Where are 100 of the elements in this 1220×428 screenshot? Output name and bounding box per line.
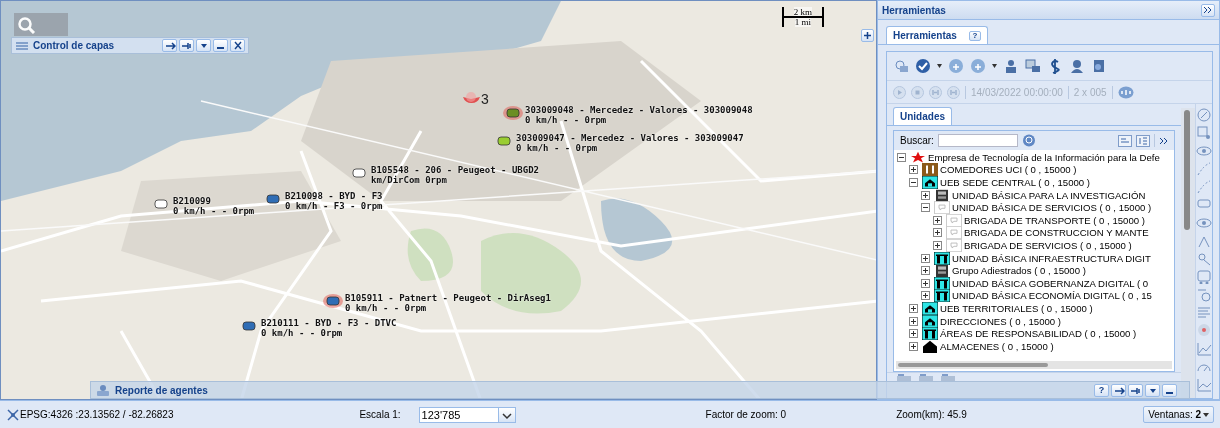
dropdown-button[interactable] — [1145, 383, 1160, 397]
tree-node[interactable]: ÁREAS DE RESPONSABILIDAD ( 0 , 15000 ) — [940, 328, 1137, 340]
undock-button[interactable] — [179, 39, 194, 52]
scale-label: Escala 1: — [359, 409, 401, 420]
expand-icon[interactable] — [921, 278, 930, 288]
cutlery-icon — [922, 163, 938, 177]
scale-field[interactable]: 123'785 — [418, 406, 499, 423]
tree-node[interactable]: Grupo Adiestrados ( 0 , 15000 ) — [952, 265, 1086, 277]
expand-icon[interactable] — [909, 341, 918, 351]
tree-node[interactable]: BRIGADA DE SERVICIOS ( 0 , 15000 ) — [964, 239, 1132, 251]
minimize-button[interactable] — [213, 39, 228, 52]
collapse-icon[interactable] — [909, 178, 918, 187]
expand-icon[interactable] — [921, 291, 930, 301]
coordinates-text: EPSG:4326 :23.13562 / -82.26823 — [20, 409, 174, 420]
arrow-icon — [1112, 384, 1125, 396]
caret-icon — [1203, 412, 1209, 417]
person-icon[interactable] — [1069, 58, 1085, 74]
dock-button[interactable] — [162, 39, 177, 52]
expand-icon[interactable] — [909, 316, 918, 326]
expand-icon[interactable] — [921, 253, 930, 263]
vehicle-label: B105911 - Patnert - Peugeot - DirAseg1 0 km/h - - 0rpm — [345, 293, 551, 313]
building-icon — [934, 188, 950, 202]
caret-icon[interactable] — [992, 64, 997, 68]
dropdown-button[interactable] — [196, 39, 211, 52]
collapse-icon[interactable] — [921, 203, 930, 213]
dock-button[interactable] — [1111, 383, 1126, 397]
caret-icon[interactable] — [937, 64, 942, 68]
tree-node[interactable]: UNIDAD BÁSICA PARA LA INVESTIGACIÓN — [952, 189, 1146, 201]
undock-button[interactable] — [1128, 383, 1143, 397]
minus-icon — [1166, 391, 1173, 394]
expand-icon[interactable] — [909, 329, 918, 339]
search-icon[interactable] — [1021, 134, 1036, 147]
minimize-button[interactable] — [1162, 383, 1177, 397]
check-circle-icon[interactable] — [915, 58, 931, 74]
speech-bubble-icon — [946, 238, 962, 252]
star-icon — [910, 150, 926, 164]
search-label: Buscar: — [900, 135, 934, 146]
tree-node[interactable]: BRIGADA DE CONSTRUCCION Y MANTE — [964, 227, 1149, 239]
eye-icon[interactable] — [1196, 143, 1212, 158]
more-icon[interactable] — [1159, 136, 1168, 145]
vehicle-label: B105548 - 206 - Peugeot - UBGD2 km/DirCom 0rpm — [371, 165, 539, 185]
list-icon[interactable] — [1136, 134, 1150, 147]
search-field[interactable] — [937, 134, 1018, 147]
minus-icon — [217, 47, 224, 49]
tree-node[interactable]: UEB SEDE CENTRAL ( 0 , 15000 ) — [940, 177, 1090, 188]
collapse-button[interactable] — [1201, 3, 1215, 17]
panel-title: Herramientas — [882, 4, 946, 16]
magnifier-icon[interactable] — [1196, 251, 1212, 266]
collapse-icon[interactable] — [897, 152, 906, 162]
compass-icon[interactable] — [1196, 107, 1212, 122]
vehicle-label: 303009047 - Mercedez - Valores - 303009047 0 km/h - - 0rpm — [516, 133, 744, 153]
tree-node[interactable]: UNIDAD BÁSICA GOBERNANZA DIGITAL ( 0 — [952, 277, 1149, 289]
layers-icon — [15, 40, 29, 51]
line-chart-icon[interactable] — [1196, 341, 1212, 356]
expand-icon[interactable] — [909, 303, 918, 313]
pin-icon — [180, 40, 193, 51]
units-tab[interactable]: Unidades — [893, 107, 952, 125]
expand-icon[interactable] — [921, 266, 930, 276]
tree-node[interactable]: UEB TERRITORIALES ( 0 , 15000 ) — [940, 302, 1093, 314]
tree-node[interactable]: UNIDAD BÁSICA DE SERVICIOS ( 0 , 15000 ) — [952, 202, 1152, 214]
gate-icon — [934, 289, 950, 303]
expand-icon[interactable] — [909, 165, 918, 175]
expand-icon[interactable] — [933, 215, 942, 225]
tree-node[interactable]: BRIGADA DE TRANSPORTE ( 0 , 15000 ) — [964, 214, 1145, 226]
windows-button[interactable]: Ventanas: 2 — [1143, 406, 1214, 423]
speed-icon[interactable] — [1117, 85, 1134, 99]
tree-node[interactable]: UNIDAD BÁSICA INFRAESTRUCTURA DIGIT — [952, 252, 1151, 264]
dropdown-button[interactable] — [498, 406, 516, 423]
zoom-km-text: Zoom(km): 45.9 — [896, 409, 967, 420]
zoom-factor-text: Factor de zoom: 0 — [705, 409, 787, 420]
area-chart-icon[interactable] — [1196, 377, 1212, 392]
help-button[interactable]: ? — [968, 30, 981, 41]
tree-node[interactable]: Empresa de Tecnología de la Información para la Defe — [928, 151, 1160, 163]
house-icon — [922, 301, 938, 315]
tree-node[interactable]: UNIDAD BÁSICA ECONOMÍA DIGITAL ( 0 , 15 — [952, 290, 1152, 302]
search-button[interactable] — [14, 13, 68, 36]
tree-node[interactable]: ALMACENES ( 0 , 15000 ) — [940, 340, 1054, 352]
close-button[interactable] — [230, 39, 245, 52]
person-icon[interactable] — [1003, 58, 1019, 74]
speech-bubble-icon — [934, 201, 950, 215]
vehicle-label: 303009048 - Mercedez - Valores - 303009048 0 km/h - - 0rpm — [525, 105, 753, 125]
expand-icon[interactable] — [933, 240, 942, 250]
gate-icon — [934, 251, 950, 265]
scrollbar-thumb[interactable] — [898, 363, 1048, 367]
help-button[interactable]: ? — [1094, 383, 1109, 397]
vehicle-label: B210099 0 km/h - - 0rpm — [173, 196, 255, 216]
speech-bubble-icon — [946, 226, 962, 240]
panel-title: Reporte de agentes — [115, 384, 208, 396]
bus-icon[interactable] — [1196, 269, 1212, 284]
tree-node[interactable]: COMEDORES UCI ( 0 , 15000 ) — [940, 164, 1077, 176]
expand-icon[interactable] — [933, 228, 942, 238]
tools-tab[interactable]: Herramientas ? — [886, 26, 988, 44]
eye-icon[interactable] — [1196, 215, 1212, 230]
zoom-in-button[interactable] — [861, 29, 874, 42]
collapse-all-icon[interactable] — [1118, 134, 1132, 147]
expand-icon[interactable] — [921, 190, 930, 200]
panel-title: Control de capas — [33, 40, 115, 51]
cluster-count: 3 — [481, 91, 489, 107]
scrollbar-thumb[interactable] — [1184, 110, 1190, 230]
tree-node[interactable]: DIRECCIONES ( 0 , 15000 ) — [940, 315, 1062, 327]
